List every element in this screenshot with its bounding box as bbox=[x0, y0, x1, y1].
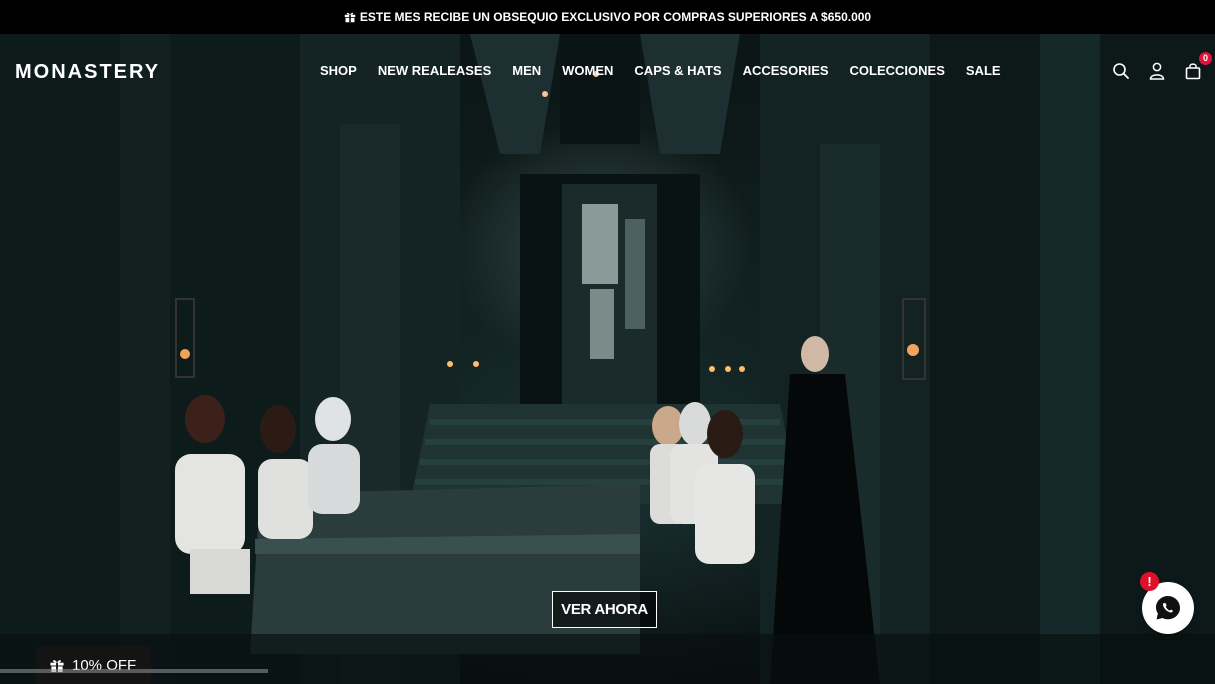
announcement-bar: ESTE MES RECIBE UN OBSEQUIO EXCLUSIVO PO… bbox=[0, 0, 1215, 34]
nav-item-women[interactable]: WOMEN bbox=[562, 63, 613, 78]
account-button[interactable] bbox=[1147, 61, 1167, 81]
nav-item-accesories[interactable]: ACCESORIES bbox=[743, 63, 829, 78]
horizontal-scrollbar[interactable] bbox=[0, 669, 268, 673]
user-icon bbox=[1149, 62, 1165, 80]
nav-item-sale[interactable]: SALE bbox=[966, 63, 1001, 78]
nav-item-shop[interactable]: SHOP bbox=[320, 63, 357, 78]
ver-ahora-button[interactable]: VER AHORA bbox=[552, 591, 657, 628]
site-header: MONASTERY SHOP NEW REALEASES MEN WOMEN C… bbox=[0, 34, 1215, 110]
bag-icon bbox=[1185, 63, 1201, 80]
cart-button[interactable]: 0 bbox=[1183, 52, 1212, 81]
discount-tab[interactable]: 10% OFF bbox=[36, 646, 151, 684]
nav-item-colecciones[interactable]: COLECCIONES bbox=[850, 63, 945, 78]
nav-item-new-releases[interactable]: NEW REALEASES bbox=[378, 63, 491, 78]
search-icon bbox=[1113, 63, 1129, 79]
nav-item-men[interactable]: MEN bbox=[512, 63, 541, 78]
main-nav: SHOP NEW REALEASES MEN WOMEN CAPS & HATS… bbox=[320, 63, 1022, 78]
search-button[interactable] bbox=[1111, 61, 1131, 81]
brand-logo[interactable]: MONASTERY bbox=[15, 61, 160, 84]
hero-image bbox=[0, 34, 1215, 684]
chat-notification-badge: ! bbox=[1140, 572, 1159, 591]
whatsapp-icon bbox=[1156, 596, 1180, 620]
nav-item-caps-hats[interactable]: CAPS & HATS bbox=[634, 63, 721, 78]
hero-banner[interactable] bbox=[0, 34, 1215, 684]
gift-icon bbox=[344, 12, 356, 23]
header-icons: 0 bbox=[1111, 52, 1212, 81]
announcement-text: ESTE MES RECIBE UN OBSEQUIO EXCLUSIVO PO… bbox=[359, 10, 872, 24]
cart-count-badge: 0 bbox=[1199, 52, 1212, 65]
